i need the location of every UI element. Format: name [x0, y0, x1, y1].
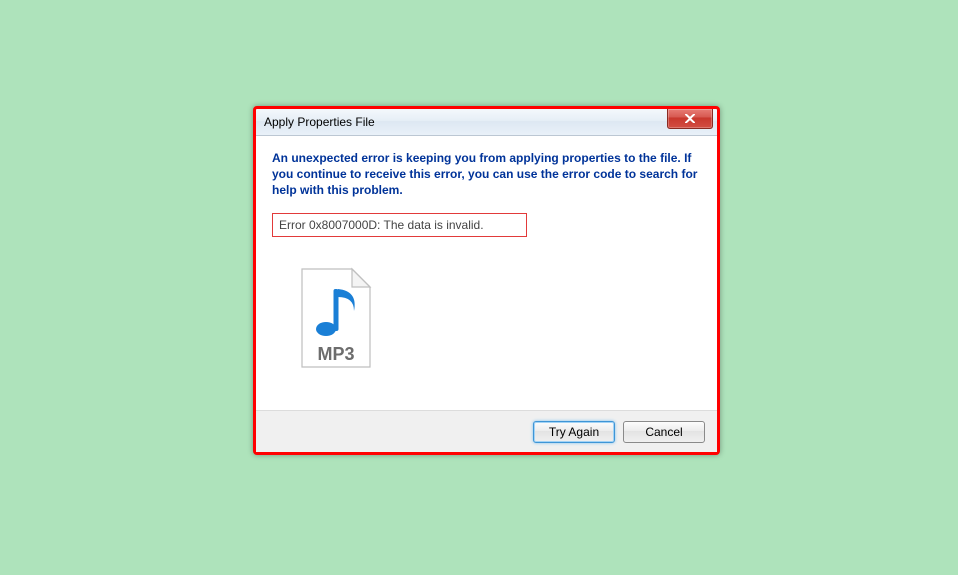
dialog-body: An unexpected error is keeping you from …	[256, 136, 717, 383]
mp3-file-icon: MP3	[296, 267, 376, 371]
cancel-button[interactable]: Cancel	[623, 421, 705, 443]
try-again-button[interactable]: Try Again	[533, 421, 615, 443]
error-code-box: Error 0x8007000D: The data is invalid.	[272, 213, 527, 237]
apply-properties-dialog: Apply Properties File An unexpected erro…	[253, 106, 720, 455]
titlebar: Apply Properties File	[256, 109, 717, 136]
close-icon	[685, 114, 695, 123]
dialog-footer: Try Again Cancel	[256, 410, 717, 452]
close-button[interactable]	[667, 109, 713, 129]
error-message: An unexpected error is keeping you from …	[272, 150, 701, 199]
file-type-label: MP3	[317, 344, 354, 364]
error-code-text: Error 0x8007000D: The data is invalid.	[279, 218, 484, 232]
dialog-title: Apply Properties File	[256, 115, 375, 129]
